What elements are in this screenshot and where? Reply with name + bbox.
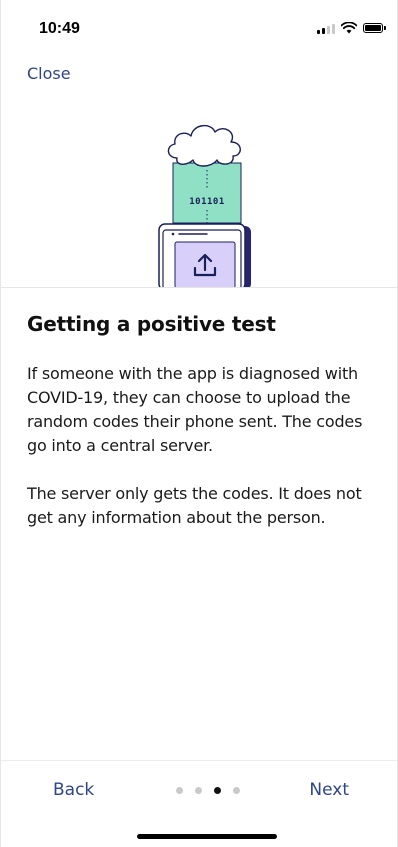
cloud-icon xyxy=(167,125,241,167)
status-icons xyxy=(317,22,386,34)
header-divider xyxy=(1,287,397,288)
phone-icon xyxy=(158,223,251,288)
content: Getting a positive test If someone with … xyxy=(27,312,373,554)
page-title: Getting a positive test xyxy=(27,312,276,336)
status-bar: 10:49 xyxy=(1,0,397,50)
binary-text: 101101 xyxy=(189,197,225,207)
footer-nav: Back Next xyxy=(1,761,397,821)
body-paragraph: If someone with the app is diagnosed wit… xyxy=(27,364,363,455)
page-dot xyxy=(233,787,240,794)
page-dot-active xyxy=(214,787,221,794)
page-dot xyxy=(195,787,202,794)
page-indicator xyxy=(176,787,240,794)
cellular-signal-icon xyxy=(317,23,335,34)
back-button[interactable]: Back xyxy=(53,780,94,800)
close-button[interactable]: Close xyxy=(27,64,71,83)
wifi-icon xyxy=(341,22,357,34)
battery-icon xyxy=(363,23,386,33)
upload-illustration: 101101 xyxy=(158,125,251,288)
home-indicator[interactable] xyxy=(137,834,277,839)
page-dot xyxy=(176,787,183,794)
status-time: 10:49 xyxy=(39,20,80,37)
next-button[interactable]: Next xyxy=(309,780,349,800)
body-paragraph: The server only gets the codes. It does … xyxy=(27,484,362,527)
onboarding-screen: 10:49 Close 101101 Getting a positive te… xyxy=(0,0,398,847)
